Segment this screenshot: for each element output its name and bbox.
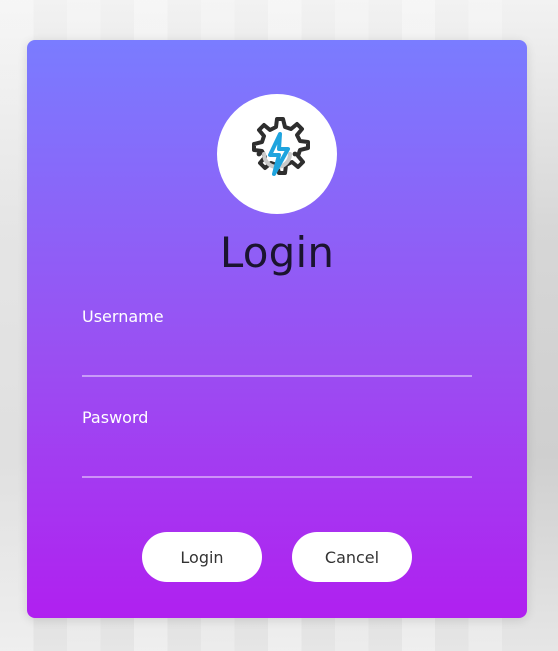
cancel-button[interactable]: Cancel [292,532,412,582]
gear-lightning-icon [252,117,310,176]
password-input[interactable] [82,448,472,478]
username-label: Username [82,307,164,326]
page-title: Login [219,228,335,277]
username-input[interactable] [82,347,472,377]
password-label: Pasword [82,408,149,427]
login-button[interactable]: Login [142,532,262,582]
logo-badge [217,94,337,214]
login-card: Login Username Pasword Login Cancel [27,40,527,618]
